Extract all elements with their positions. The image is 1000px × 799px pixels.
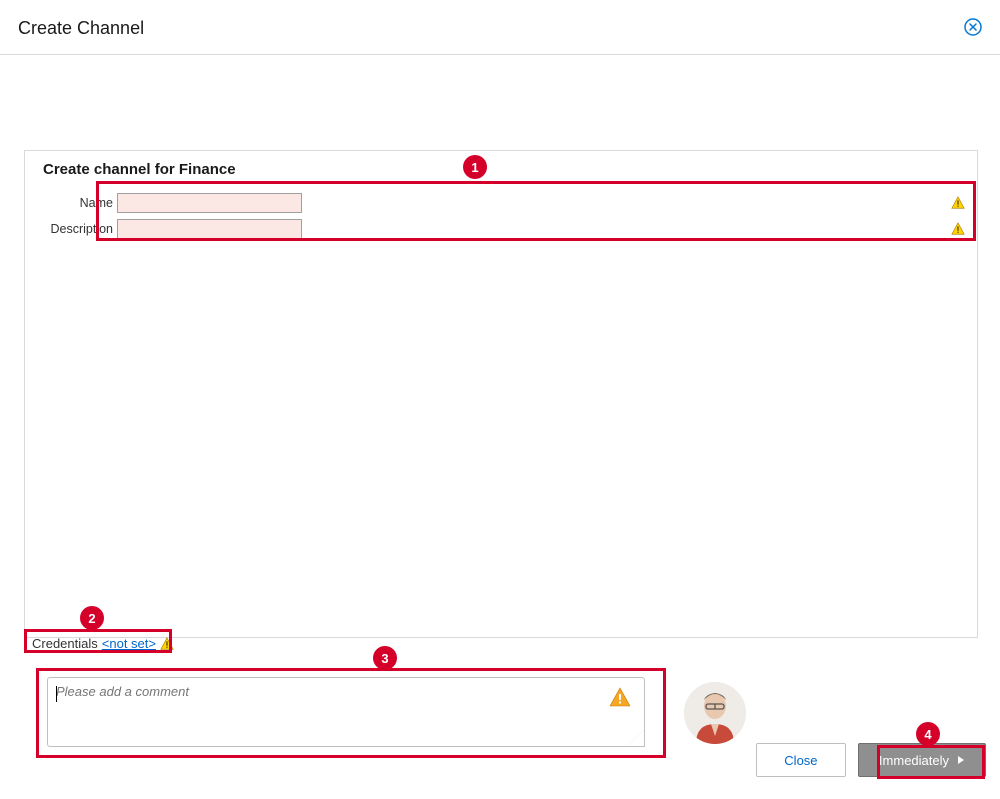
- dialog-title: Create Channel: [18, 18, 982, 39]
- description-input[interactable]: [117, 219, 302, 239]
- text-cursor: [56, 686, 57, 702]
- close-button-label: Close: [784, 753, 817, 768]
- name-input[interactable]: [117, 193, 302, 213]
- comment-region: [47, 677, 645, 747]
- button-row: Close Immediately: [756, 743, 986, 777]
- name-label: Name: [25, 196, 117, 210]
- chevron-right-icon: [957, 756, 965, 764]
- annotation-marker-3: 3: [373, 646, 397, 670]
- comment-input[interactable]: [56, 684, 608, 740]
- immediately-button-label: Immediately: [879, 753, 949, 768]
- avatar: [684, 682, 746, 744]
- name-row: Name: [25, 193, 977, 213]
- comment-bubble: [47, 677, 645, 747]
- warning-icon: [160, 637, 174, 651]
- close-button[interactable]: Close: [756, 743, 846, 777]
- warning-icon: [951, 222, 965, 236]
- credentials-label: Credentials: [32, 636, 98, 651]
- description-row: Description: [25, 219, 977, 239]
- close-icon[interactable]: [964, 18, 982, 36]
- create-channel-panel: Create channel for Finance Name Descript…: [24, 150, 978, 638]
- dialog-header: Create Channel: [0, 0, 1000, 55]
- warning-icon: [608, 686, 632, 710]
- description-label: Description: [25, 222, 117, 236]
- warning-icon: [951, 196, 965, 210]
- panel-title: Create channel for Finance: [25, 151, 977, 178]
- immediately-button[interactable]: Immediately: [858, 743, 986, 777]
- credentials-row: Credentials <not set>: [32, 636, 174, 651]
- credentials-link[interactable]: <not set>: [102, 636, 156, 651]
